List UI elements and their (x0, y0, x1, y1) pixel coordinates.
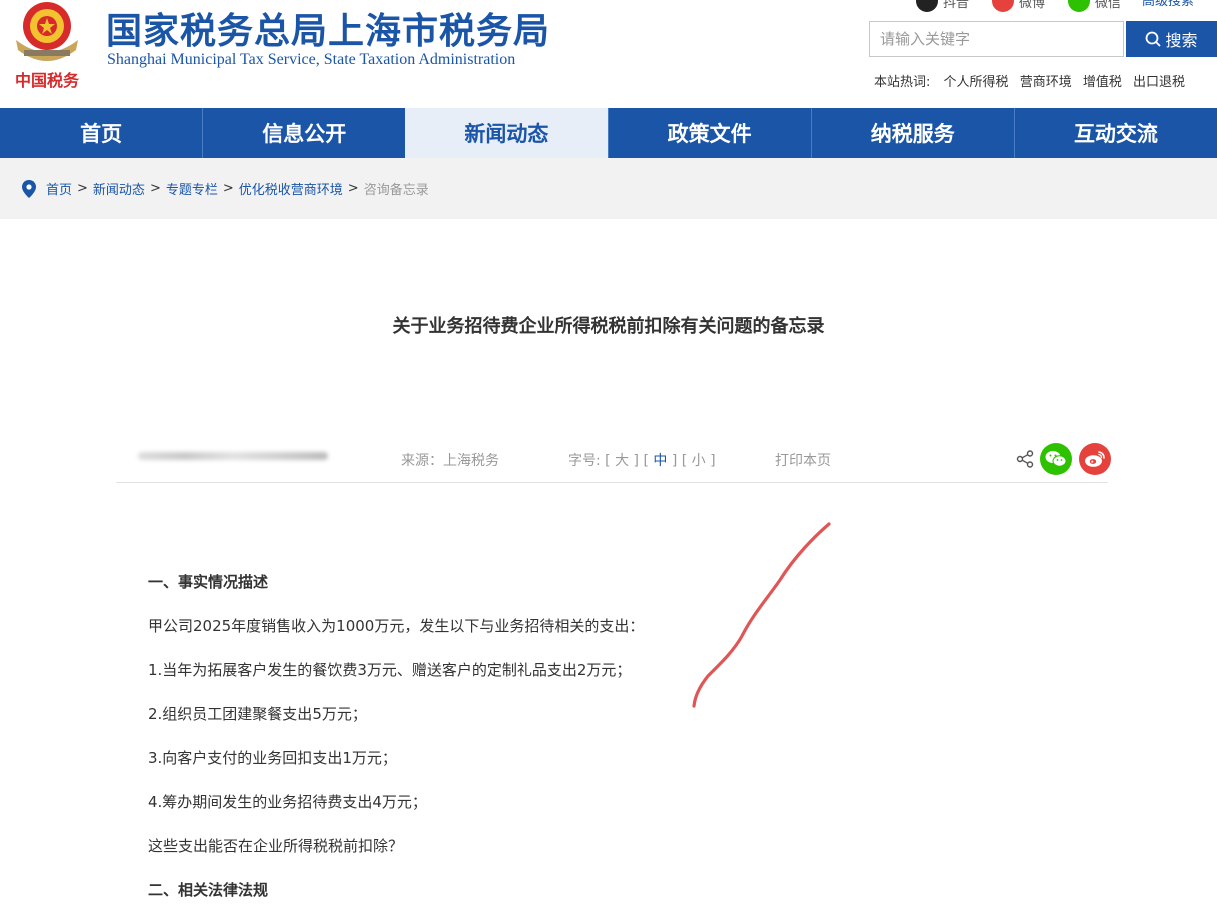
breadcrumb-special-topics[interactable]: 专题专栏 (166, 179, 218, 198)
share-wechat-button[interactable] (1040, 443, 1072, 475)
share-icon[interactable] (1016, 450, 1034, 468)
section-heading: 一、事实情况描述 (148, 573, 269, 591)
breadcrumb-current: 咨询备忘录 (363, 183, 429, 198)
weibo-link[interactable]: 微博 (992, 0, 1045, 12)
article-meta: 来源：上海税务 字号: [ 大 ] [ 中 ] [ 小 ] 打印本页 (116, 440, 1111, 483)
font-size-small[interactable]: 小 (692, 453, 706, 469)
douyin-icon (916, 0, 938, 12)
section-heading: 二、相关法律法规 (148, 881, 269, 899)
paragraph: 1.当年为拓展客户发生的餐饮费3万元、赠送客户的定制礼品支出2万元； (148, 661, 632, 679)
wechat-icon (1068, 0, 1090, 12)
breadcrumb-bar: 首页 > 新闻动态 > 专题专栏 > 优化税收营商环境 > 咨询备忘录 (0, 158, 1217, 219)
article-body: 一、事实情况描述 甲公司2025年度销售收入为1000万元，发生以下与业务招待相… (148, 560, 1088, 912)
search-icon (1146, 31, 1162, 47)
weibo-icon (992, 0, 1014, 12)
site-subtitle: Shanghai Municipal Tax Service, State Ta… (107, 51, 516, 68)
font-size-medium[interactable]: 中 (653, 453, 667, 469)
paragraph: 这些支出能否在企业所得税税前扣除？ (148, 837, 404, 855)
nav-interaction[interactable]: 互动交流 (1013, 108, 1217, 158)
svg-text:中国税务: 中国税务 (15, 71, 80, 90)
wechat-icon (1045, 451, 1067, 467)
search-input[interactable] (869, 21, 1124, 57)
nav-home[interactable]: 首页 (0, 108, 202, 158)
nav-news[interactable]: 新闻动态 (405, 108, 608, 158)
wechat-link[interactable]: 微信 (1068, 0, 1121, 12)
site-header: 中国税务 国家税务总局上海市税务局 Shanghai Municipal Tax… (0, 0, 1217, 108)
paragraph: 甲公司2025年度销售收入为1000万元，发生以下与业务招待相关的支出： (148, 617, 645, 635)
hot-word-link[interactable]: 增值税 (1083, 75, 1122, 90)
hot-word-link[interactable]: 个人所得税 (944, 75, 1009, 90)
breadcrumb-business-environment[interactable]: 优化税收营商环境 (239, 179, 343, 198)
national-emblem-icon: 中国税务 (15, 2, 80, 90)
paragraph: 4.筹办期间发生的业务招待费支出4万元； (148, 793, 427, 811)
font-size-large[interactable]: 大 (615, 453, 629, 469)
hot-word-link[interactable]: 营商环境 (1020, 75, 1072, 90)
hot-words-label: 本站热词: (874, 75, 931, 90)
breadcrumb-home[interactable]: 首页 (46, 179, 72, 198)
hot-word-link[interactable]: 出口退税 (1133, 75, 1185, 90)
location-pin-icon (22, 179, 36, 198)
breadcrumb: 首页 > 新闻动态 > 专题专栏 > 优化税收营商环境 > 咨询备忘录 (22, 158, 429, 219)
hot-words: 本站热词: 个人所得税 营商环境 增值税 出口退税 (874, 71, 1192, 90)
nav-info-disclosure[interactable]: 信息公开 (202, 108, 405, 158)
site-title: 国家税务总局上海市税务局 (106, 11, 551, 52)
article-source: 来源：上海税务 (401, 453, 499, 469)
paragraph: 2.组织员工团建聚餐支出5万元； (148, 705, 367, 723)
print-page-link[interactable]: 打印本页 (775, 450, 831, 470)
share-weibo-button[interactable] (1079, 443, 1111, 475)
weibo-icon (1085, 451, 1105, 467)
nav-tax-services[interactable]: 纳税服务 (810, 108, 1014, 158)
advanced-search-link[interactable]: 高级搜索 (1142, 0, 1194, 9)
nav-policy-documents[interactable]: 政策文件 (607, 108, 811, 158)
breadcrumb-news[interactable]: 新闻动态 (93, 179, 145, 198)
article-title: 关于业务招待费企业所得税税前扣除有关问题的备忘录 (392, 316, 825, 337)
main-nav: 首页 信息公开 新闻动态 政策文件 纳税服务 互动交流 (0, 108, 1217, 158)
paragraph: 3.向客户支付的业务回扣支出1万元； (148, 749, 397, 767)
blurred-date (138, 452, 328, 460)
search-button[interactable]: 搜索 (1126, 21, 1217, 57)
douyin-link[interactable]: 抖音 (916, 0, 969, 12)
font-size-controls: 字号: [ 大 ] [ 中 ] [ 小 ] (568, 453, 716, 469)
